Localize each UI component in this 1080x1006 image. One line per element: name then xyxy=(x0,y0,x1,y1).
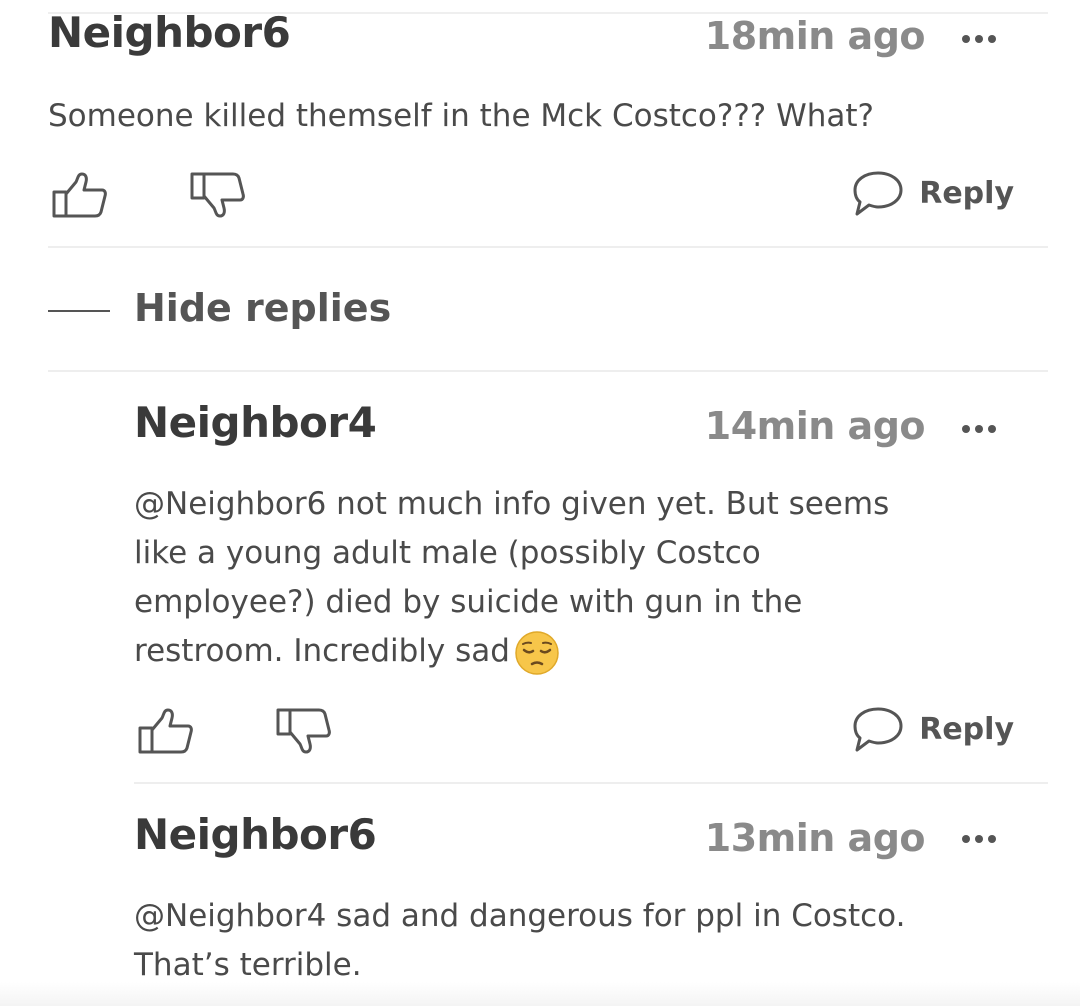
comment-author[interactable]: Neighbor6 xyxy=(48,8,291,57)
comment-timestamp: 14min ago xyxy=(704,404,926,448)
thumbs-up-icon[interactable] xyxy=(48,170,110,220)
text-line: like a young adult male (possibly Costco xyxy=(134,535,761,571)
thumbs-down-icon[interactable] xyxy=(186,170,248,220)
speech-bubble-icon xyxy=(853,171,903,216)
reply-label: Reply xyxy=(919,711,1014,747)
thumbs-up-icon[interactable] xyxy=(134,706,196,756)
thumbs-down-icon[interactable] xyxy=(272,706,334,756)
text-line: employee?) died by suicide with gun in t… xyxy=(134,584,803,620)
reply-button[interactable]: Reply xyxy=(851,168,1014,218)
reply-label: Reply xyxy=(919,175,1014,211)
more-options-icon[interactable] xyxy=(962,422,1002,436)
mention-link[interactable]: @Neighbor4 xyxy=(134,898,326,934)
more-options-icon[interactable] xyxy=(962,32,1002,46)
comment-text: @Neighbor4 sad and dangerous for ppl in … xyxy=(134,892,1014,990)
text-line: sad and dangerous for ppl in Costco. xyxy=(326,898,906,934)
more-options-icon[interactable] xyxy=(962,832,1002,846)
text-line: not much info given yet. But seems xyxy=(326,486,890,522)
mention-link[interactable]: @Neighbor6 xyxy=(134,486,326,522)
reply-button[interactable]: Reply xyxy=(851,704,1014,754)
hide-replies-line xyxy=(48,310,110,312)
comment-timestamp: 13min ago xyxy=(704,816,926,860)
comment-text: @Neighbor6 not much info given yet. But … xyxy=(134,480,1014,676)
divider xyxy=(48,370,1048,372)
divider xyxy=(48,246,1048,248)
pensive-face-emoji-icon xyxy=(515,630,559,675)
bottom-fade xyxy=(0,982,1080,1006)
comment-author[interactable]: Neighbor4 xyxy=(134,398,377,447)
hide-replies-label: Hide replies xyxy=(134,286,392,330)
comment-text: Someone killed themself in the Mck Costc… xyxy=(48,98,875,134)
comment-timestamp: 18min ago xyxy=(704,14,926,58)
text-line: restroom. Incredibly sad xyxy=(134,633,510,669)
divider xyxy=(134,782,1048,784)
comment-author[interactable]: Neighbor6 xyxy=(134,810,377,859)
speech-bubble-icon xyxy=(853,707,903,752)
